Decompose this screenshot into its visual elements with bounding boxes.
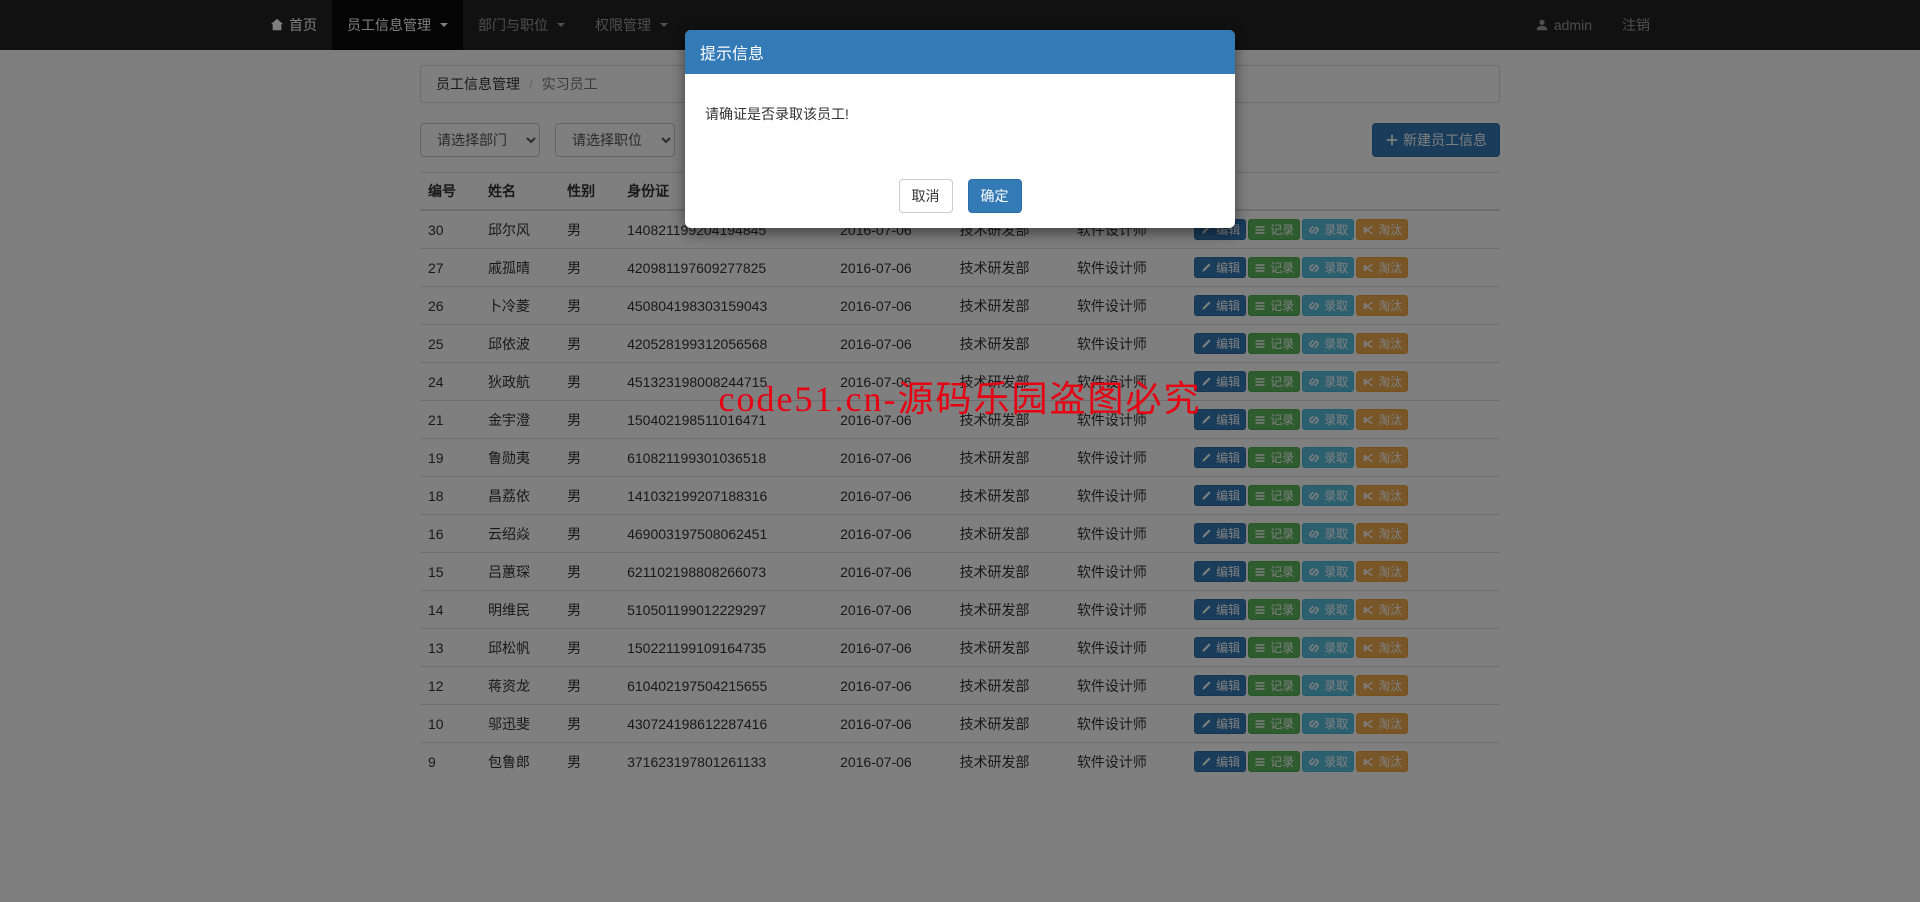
modal-title: 提示信息: [685, 30, 1235, 74]
modal-footer: 取消 确定: [685, 164, 1235, 228]
modal-ok-button[interactable]: 确定: [968, 179, 1022, 213]
confirm-modal: 提示信息 请确证是否录取该员工! 取消 确定: [685, 30, 1235, 228]
modal-body: 请确证是否录取该员工!: [685, 74, 1235, 164]
modal-cancel-button[interactable]: 取消: [899, 179, 953, 213]
